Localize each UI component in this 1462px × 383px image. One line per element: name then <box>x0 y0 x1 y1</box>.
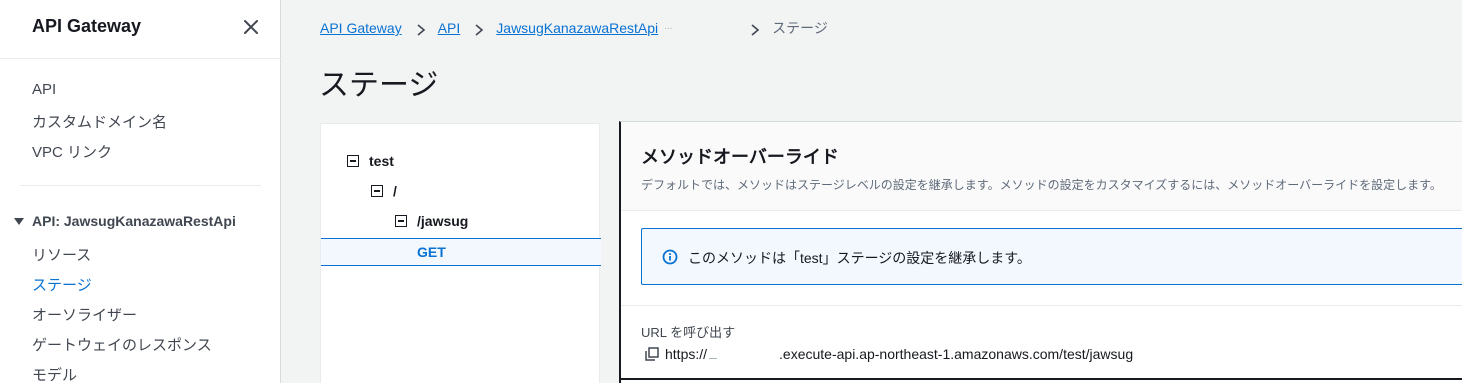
info-icon <box>662 249 678 265</box>
panel-description: デフォルトでは、メソッドはステージレベルの設定を継承します。メソッドの設定をカス… <box>641 178 1442 192</box>
chevron-right-icon <box>474 23 484 36</box>
sidebar-item-stages[interactable]: ステージ <box>32 274 92 295</box>
tree-item-stage[interactable]: test <box>347 153 394 169</box>
breadcrumb: API Gateway API JawsugKanazawaRestApi ..… <box>320 17 828 39</box>
tree-item-label: / <box>393 183 397 199</box>
collapse-icon[interactable] <box>347 155 359 167</box>
method-override-panel: メソッドオーバーライド デフォルトでは、メソッドはステージレベルの設定を継承しま… <box>619 121 1462 383</box>
stage-tree: test / /jawsug GET <box>320 123 601 383</box>
breadcrumb-api[interactable]: API <box>438 20 461 36</box>
collapse-icon[interactable] <box>371 185 383 197</box>
panel-title: メソッドオーバーライド <box>641 147 839 167</box>
tree-item-label: GET <box>417 244 446 260</box>
sidebar-divider <box>0 58 281 59</box>
sidebar-item-models[interactable]: モデル <box>32 364 77 383</box>
invoke-url-suffix[interactable]: .execute-api.ap-northeast-1.amazonaws.co… <box>779 346 1133 362</box>
breadcrumb-masked-id[interactable]: ... <box>664 21 736 35</box>
breadcrumb-rest-api[interactable]: JawsugKanazawaRestApi <box>496 20 658 36</box>
tree-item-label: /jawsug <box>417 213 469 229</box>
caret-down-icon <box>14 217 24 225</box>
info-alert-text: このメソッドは「test」ステージの設定を継承します。 <box>688 250 1031 266</box>
breadcrumb-current: ステージ <box>772 20 828 36</box>
sidebar-item-vpc-link[interactable]: VPC リンク <box>32 141 112 162</box>
panel-bottom-border <box>621 378 1462 380</box>
info-alert: このメソッドは「test」ステージの設定を継承します。 <box>641 228 1462 285</box>
invoke-url-prefix[interactable]: https:// <box>665 346 707 362</box>
page-title: ステージ <box>319 69 439 102</box>
sidebar-item-api[interactable]: API <box>32 81 56 98</box>
sidebar-section-label: API: JawsugKanazawaRestApi <box>32 213 236 229</box>
close-icon[interactable] <box>241 17 261 37</box>
tree-item-method[interactable]: GET <box>321 238 601 266</box>
collapse-icon[interactable] <box>395 215 407 227</box>
tree-item-label: test <box>369 153 394 169</box>
tree-item-root[interactable]: / <box>371 183 397 199</box>
sidebar-item-resources[interactable]: リソース <box>32 244 91 265</box>
invoke-url-label: URL を呼び出す <box>641 325 736 340</box>
sidebar-divider <box>20 185 261 186</box>
chevron-right-icon <box>750 23 760 36</box>
breadcrumb-api-gateway[interactable]: API Gateway <box>320 20 402 36</box>
sidebar-item-authorizers[interactable]: オーソライザー <box>32 304 137 325</box>
chevron-right-icon <box>416 23 426 36</box>
sidebar-item-gateway-responses[interactable]: ゲートウェイのレスポンス <box>32 334 212 355</box>
sidebar-title: API Gateway <box>32 16 142 36</box>
sidebar-item-custom-domain[interactable]: カスタムドメイン名 <box>32 111 167 132</box>
panel-header: メソッドオーバーライド デフォルトでは、メソッドはステージレベルの設定を継承しま… <box>621 122 1462 211</box>
tree-item-resource[interactable]: /jawsug <box>395 213 468 229</box>
invoke-url-masked-id <box>707 347 779 361</box>
invoke-url: https:// .execute-api.ap-northeast-1.ama… <box>645 346 1133 362</box>
divider <box>621 305 1462 306</box>
sidebar-section-api[interactable]: API: JawsugKanazawaRestApi <box>14 213 236 229</box>
copy-icon[interactable] <box>645 347 659 361</box>
sidebar: API Gateway API カスタムドメイン名 VPC リンク API: J… <box>0 0 281 383</box>
